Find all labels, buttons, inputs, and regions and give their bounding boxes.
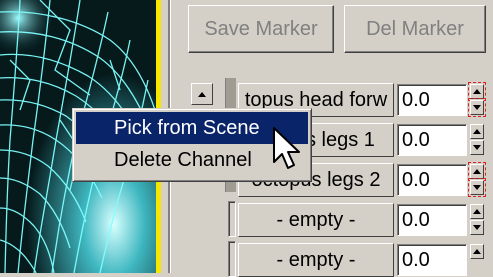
- scroll-up-button[interactable]: [191, 83, 213, 105]
- channel-button[interactable]: - empty -: [238, 243, 394, 277]
- spinner-up-button[interactable]: [468, 162, 486, 181]
- channel-button[interactable]: - empty -: [238, 203, 394, 237]
- channel-spinner[interactable]: [468, 82, 492, 117]
- channel-value-field[interactable]: 0.0: [397, 124, 467, 156]
- triangle-up-icon: [473, 169, 481, 174]
- triangle-up-icon: [473, 89, 481, 94]
- triangle-down-icon: [473, 225, 481, 230]
- triangle-up-icon: [473, 129, 481, 134]
- triangle-down-icon: [473, 185, 481, 190]
- spinner-up-button[interactable]: [470, 244, 484, 259]
- channel-color-swatch: [228, 241, 236, 277]
- spinner-down-button[interactable]: [470, 220, 484, 235]
- channel-value-field[interactable]: 0.0: [397, 204, 467, 236]
- del-marker-button[interactable]: Del Marker: [344, 5, 486, 53]
- spinner-down-button[interactable]: [470, 140, 484, 155]
- channel-spinner[interactable]: [470, 244, 492, 276]
- channel-value-field[interactable]: 0.0: [397, 244, 467, 276]
- spinner-up-button[interactable]: [470, 204, 484, 219]
- triangle-down-icon: [473, 145, 481, 150]
- spinner-up-button[interactable]: [468, 82, 486, 101]
- triangle-up-icon: [473, 209, 481, 214]
- triangle-down-icon: [473, 105, 481, 110]
- spinner-up-button[interactable]: [470, 124, 484, 139]
- channel-spinner[interactable]: [470, 204, 492, 236]
- mouse-pointer-icon: [273, 127, 300, 169]
- triangle-up-icon: [473, 249, 481, 254]
- channel-spinner[interactable]: [470, 124, 492, 156]
- triangle-up-icon: [198, 91, 206, 97]
- channel-value-field[interactable]: 0.0: [397, 164, 467, 196]
- spinner-down-button[interactable]: [468, 178, 486, 197]
- channel-value-field[interactable]: 0.0: [397, 84, 467, 116]
- channel-color-swatch: [228, 201, 236, 237]
- spinner-down-button[interactable]: [468, 98, 486, 117]
- channel-spinner[interactable]: [468, 162, 492, 197]
- save-marker-button[interactable]: Save Marker: [188, 5, 334, 53]
